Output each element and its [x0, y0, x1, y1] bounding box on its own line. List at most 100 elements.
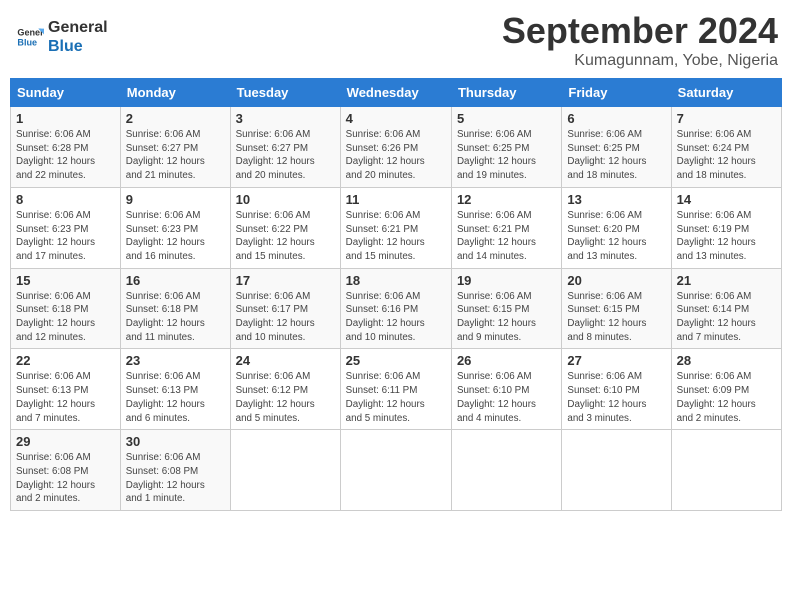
- day-number: 27: [567, 353, 665, 368]
- day-cell: 17Sunrise: 6:06 AM Sunset: 6:17 PM Dayli…: [230, 268, 340, 349]
- day-number: 29: [16, 434, 115, 449]
- day-number: 26: [457, 353, 556, 368]
- column-headers: SundayMondayTuesdayWednesdayThursdayFrid…: [11, 79, 782, 107]
- month-title: September 2024: [502, 10, 778, 52]
- day-cell: 4Sunrise: 6:06 AM Sunset: 6:26 PM Daylig…: [340, 107, 451, 188]
- day-number: 24: [236, 353, 335, 368]
- day-number: 30: [126, 434, 225, 449]
- col-header-friday: Friday: [562, 79, 671, 107]
- day-info: Sunrise: 6:06 AM Sunset: 6:21 PM Dayligh…: [457, 209, 556, 264]
- day-cell: [671, 430, 781, 511]
- day-info: Sunrise: 6:06 AM Sunset: 6:27 PM Dayligh…: [236, 128, 335, 183]
- day-info: Sunrise: 6:06 AM Sunset: 6:25 PM Dayligh…: [457, 128, 556, 183]
- col-header-saturday: Saturday: [671, 79, 781, 107]
- day-info: Sunrise: 6:06 AM Sunset: 6:13 PM Dayligh…: [126, 370, 225, 425]
- day-cell: 16Sunrise: 6:06 AM Sunset: 6:18 PM Dayli…: [120, 268, 230, 349]
- day-number: 23: [126, 353, 225, 368]
- day-cell: [340, 430, 451, 511]
- day-info: Sunrise: 6:06 AM Sunset: 6:18 PM Dayligh…: [126, 290, 225, 345]
- day-number: 9: [126, 192, 225, 207]
- day-number: 1: [16, 111, 115, 126]
- day-cell: 1 Sunrise: 6:06 AM Sunset: 6:28 PM Daylig…: [11, 107, 121, 188]
- week-row-4: 29Sunrise: 6:06 AM Sunset: 6:08 PM Dayli…: [11, 430, 782, 511]
- day-number: 13: [567, 192, 665, 207]
- day-number: 28: [677, 353, 776, 368]
- day-cell: 3 Sunrise: 6:06 AM Sunset: 6:27 PM Daylig…: [230, 107, 340, 188]
- day-cell: 22 Sunrise: 6:06 AM Sunset: 6:13 PM Dayli…: [11, 349, 121, 430]
- day-number: 20: [567, 273, 665, 288]
- day-info: Sunrise: 6:06 AM Sunset: 6:15 PM Dayligh…: [457, 290, 556, 345]
- day-cell: 8 Sunrise: 6:06 AM Sunset: 6:23 PM Daylig…: [11, 187, 121, 268]
- day-cell: [562, 430, 671, 511]
- day-cell: 9 Sunrise: 6:06 AM Sunset: 6:23 PM Daylig…: [120, 187, 230, 268]
- day-number: 6: [567, 111, 665, 126]
- day-cell: 14 Sunrise: 6:06 AM Sunset: 6:19 PM Dayli…: [671, 187, 781, 268]
- day-info: Sunrise: 6:06 AM Sunset: 6:22 PM Dayligh…: [236, 209, 335, 264]
- week-row-2: 15 Sunrise: 6:06 AM Sunset: 6:18 PM Dayli…: [11, 268, 782, 349]
- logo-line1: General: [48, 18, 108, 37]
- day-cell: 26 Sunrise: 6:06 AM Sunset: 6:10 PM Dayli…: [451, 349, 561, 430]
- calendar-body: 1 Sunrise: 6:06 AM Sunset: 6:28 PM Daylig…: [11, 107, 782, 511]
- day-cell: 30Sunrise: 6:06 AM Sunset: 6:08 PM Dayli…: [120, 430, 230, 511]
- day-cell: [451, 430, 561, 511]
- day-info: Sunrise: 6:06 AM Sunset: 6:15 PM Dayligh…: [567, 290, 665, 345]
- page-header: General Blue General Blue September 2024…: [10, 10, 782, 70]
- day-info: Sunrise: 6:06 AM Sunset: 6:12 PM Dayligh…: [236, 370, 335, 425]
- day-number: 22: [16, 353, 115, 368]
- day-number: 11: [346, 192, 446, 207]
- day-info: Sunrise: 6:06 AM Sunset: 6:11 PM Dayligh…: [346, 370, 446, 425]
- day-number: 14: [677, 192, 776, 207]
- day-cell: 11 Sunrise: 6:06 AM Sunset: 6:21 PM Dayli…: [340, 187, 451, 268]
- day-info: Sunrise: 6:06 AM Sunset: 6:13 PM Dayligh…: [16, 370, 115, 425]
- day-cell: 28 Sunrise: 6:06 AM Sunset: 6:09 PM Dayli…: [671, 349, 781, 430]
- logo-icon: General Blue: [16, 23, 44, 51]
- week-row-3: 22 Sunrise: 6:06 AM Sunset: 6:13 PM Dayli…: [11, 349, 782, 430]
- day-cell: 7Sunrise: 6:06 AM Sunset: 6:24 PM Daylig…: [671, 107, 781, 188]
- day-cell: 24 Sunrise: 6:06 AM Sunset: 6:12 PM Dayli…: [230, 349, 340, 430]
- day-cell: 15 Sunrise: 6:06 AM Sunset: 6:18 PM Dayli…: [11, 268, 121, 349]
- day-cell: [230, 430, 340, 511]
- day-number: 18: [346, 273, 446, 288]
- day-number: 10: [236, 192, 335, 207]
- day-info: Sunrise: 6:06 AM Sunset: 6:19 PM Dayligh…: [677, 209, 776, 264]
- day-number: 25: [346, 353, 446, 368]
- logo-line2: Blue: [48, 37, 108, 56]
- day-info: Sunrise: 6:06 AM Sunset: 6:14 PM Dayligh…: [677, 290, 776, 345]
- day-cell: 29Sunrise: 6:06 AM Sunset: 6:08 PM Dayli…: [11, 430, 121, 511]
- location-title: Kumagunnam, Yobe, Nigeria: [502, 52, 778, 70]
- day-cell: 23 Sunrise: 6:06 AM Sunset: 6:13 PM Dayli…: [120, 349, 230, 430]
- col-header-tuesday: Tuesday: [230, 79, 340, 107]
- day-cell: 5 Sunrise: 6:06 AM Sunset: 6:25 PM Daylig…: [451, 107, 561, 188]
- day-number: 19: [457, 273, 556, 288]
- day-info: Sunrise: 6:06 AM Sunset: 6:21 PM Dayligh…: [346, 209, 446, 264]
- col-header-sunday: Sunday: [11, 79, 121, 107]
- day-cell: 20 Sunrise: 6:06 AM Sunset: 6:15 PM Dayli…: [562, 268, 671, 349]
- day-number: 21: [677, 273, 776, 288]
- day-info: Sunrise: 6:06 AM Sunset: 6:20 PM Dayligh…: [567, 209, 665, 264]
- day-cell: 18Sunrise: 6:06 AM Sunset: 6:16 PM Dayli…: [340, 268, 451, 349]
- day-info: Sunrise: 6:06 AM Sunset: 6:23 PM Dayligh…: [126, 209, 225, 264]
- day-info: Sunrise: 6:06 AM Sunset: 6:23 PM Dayligh…: [16, 209, 115, 264]
- day-cell: 10 Sunrise: 6:06 AM Sunset: 6:22 PM Dayli…: [230, 187, 340, 268]
- day-number: 7: [677, 111, 776, 126]
- day-number: 12: [457, 192, 556, 207]
- day-cell: 13 Sunrise: 6:06 AM Sunset: 6:20 PM Dayli…: [562, 187, 671, 268]
- day-info: Sunrise: 6:06 AM Sunset: 6:09 PM Dayligh…: [677, 370, 776, 425]
- day-number: 15: [16, 273, 115, 288]
- day-cell: 6Sunrise: 6:06 AM Sunset: 6:25 PM Daylig…: [562, 107, 671, 188]
- day-number: 2: [126, 111, 225, 126]
- day-cell: 12 Sunrise: 6:06 AM Sunset: 6:21 PM Dayli…: [451, 187, 561, 268]
- day-number: 8: [16, 192, 115, 207]
- day-info: Sunrise: 6:06 AM Sunset: 6:18 PM Dayligh…: [16, 290, 115, 345]
- day-number: 5: [457, 111, 556, 126]
- day-info: Sunrise: 6:06 AM Sunset: 6:28 PM Dayligh…: [16, 128, 115, 183]
- day-info: Sunrise: 6:06 AM Sunset: 6:27 PM Dayligh…: [126, 128, 225, 183]
- day-info: Sunrise: 6:06 AM Sunset: 6:10 PM Dayligh…: [567, 370, 665, 425]
- day-number: 3: [236, 111, 335, 126]
- calendar-table: SundayMondayTuesdayWednesdayThursdayFrid…: [10, 78, 782, 511]
- day-info: Sunrise: 6:06 AM Sunset: 6:17 PM Dayligh…: [236, 290, 335, 345]
- day-info: Sunrise: 6:06 AM Sunset: 6:10 PM Dayligh…: [457, 370, 556, 425]
- day-cell: 25 Sunrise: 6:06 AM Sunset: 6:11 PM Dayli…: [340, 349, 451, 430]
- svg-text:Blue: Blue: [17, 38, 37, 48]
- col-header-thursday: Thursday: [451, 79, 561, 107]
